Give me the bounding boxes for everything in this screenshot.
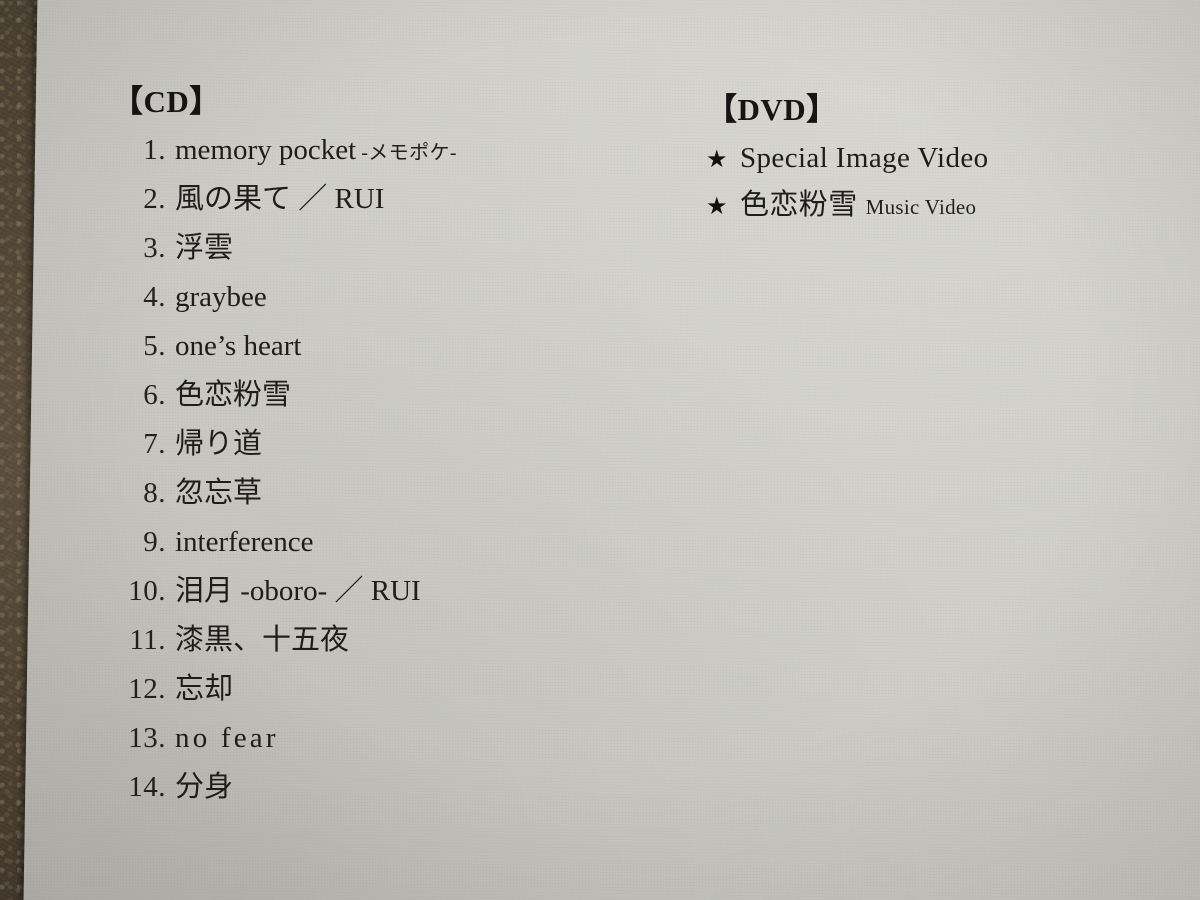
- track-row: 7. 帰り道: [112, 430, 457, 479]
- track-title: one’s heart: [175, 330, 302, 362]
- track-title: 風の果て ／ RUI: [175, 183, 385, 215]
- track-row: 2. 風の果て ／ RUI: [112, 185, 457, 234]
- track-number: 4.: [143, 281, 166, 313]
- track-number: 12.: [128, 673, 166, 705]
- cd-heading: 【CD】: [112, 84, 221, 119]
- dvd-item-suffix: Music Video: [865, 195, 977, 219]
- track-row: 3. 浮雲: [112, 234, 457, 283]
- track-row: 9. interference: [112, 528, 457, 577]
- track-title: interference: [175, 526, 314, 558]
- track-row: 10. 泪月 -oboro- ／ RUI: [112, 577, 457, 626]
- track-number: 5.: [143, 330, 166, 362]
- track-number: 13.: [128, 722, 166, 754]
- track-title: 分身: [175, 771, 234, 803]
- track-title: memory pocket: [175, 134, 357, 166]
- cd-track-list: 1. memory pocket -メモポケ- 2. 風の果て ／ RUI 3. 浮雲 4. g…: [112, 136, 457, 822]
- dvd-item: ★ 色恋粉雪 Music Video: [706, 191, 989, 238]
- track-number: 10.: [128, 575, 166, 607]
- dvd-item-label: 色恋粉雪: [740, 189, 858, 221]
- track-title: 泪月 -oboro- ／ RUI: [175, 575, 421, 607]
- track-number: 2.: [143, 183, 166, 215]
- dvd-section: 【DVD】 ★ Special Image Video ★ 色恋粉雪 Music Vid…: [706, 94, 989, 238]
- track-title: 忽忘草: [175, 477, 263, 509]
- track-subtitle: -メモポケ-: [361, 142, 457, 164]
- track-number: 7.: [143, 428, 166, 460]
- track-row: 4. graybee: [112, 283, 457, 332]
- track-title: 色恋粉雪: [175, 379, 292, 411]
- track-row: 6. 色恋粉雪: [112, 381, 457, 430]
- track-number: 9.: [143, 526, 166, 558]
- track-number: 3.: [143, 232, 166, 264]
- track-row: 13. no fear: [112, 724, 457, 773]
- track-title: no fear: [175, 722, 279, 754]
- track-title: 帰り道: [175, 428, 263, 460]
- tracklist-content: 【CD】 1. memory pocket -メモポケ- 2. 風の果て ／ RUI 3.…: [0, 0, 1200, 900]
- track-row: 8. 忽忘草: [112, 479, 457, 528]
- track-title: graybee: [175, 281, 267, 313]
- dvd-item-list: ★ Special Image Video ★ 色恋粉雪 Music Video: [706, 144, 989, 238]
- photo-of-cd-tracklist-insert: 【CD】 1. memory pocket -メモポケ- 2. 風の果て ／ RUI 3.…: [0, 0, 1200, 900]
- dvd-heading: 【DVD】: [706, 92, 838, 127]
- track-number: 14.: [128, 771, 166, 803]
- track-number: 11.: [129, 624, 166, 656]
- track-row: 1. memory pocket -メモポケ-: [112, 136, 457, 185]
- track-number: 8.: [143, 477, 166, 509]
- track-row: 5. one’s heart: [112, 332, 457, 381]
- track-row: 12. 忘却: [112, 675, 457, 724]
- track-title: 忘却: [175, 673, 234, 705]
- track-number: 1.: [143, 134, 166, 166]
- track-title: 浮雲: [175, 232, 234, 264]
- star-icon: ★: [706, 194, 728, 220]
- dvd-item-label: Special Image Video: [740, 142, 989, 174]
- star-icon: ★: [706, 147, 728, 173]
- track-title: 漆黒、十五夜: [175, 624, 350, 656]
- track-number: 6.: [143, 379, 166, 411]
- track-row: 11. 漆黒、十五夜: [112, 626, 457, 675]
- cd-section: 【CD】 1. memory pocket -メモポケ- 2. 風の果て ／ RUI 3.…: [112, 86, 457, 822]
- dvd-item: ★ Special Image Video: [706, 144, 989, 191]
- track-row: 14. 分身: [112, 773, 457, 822]
